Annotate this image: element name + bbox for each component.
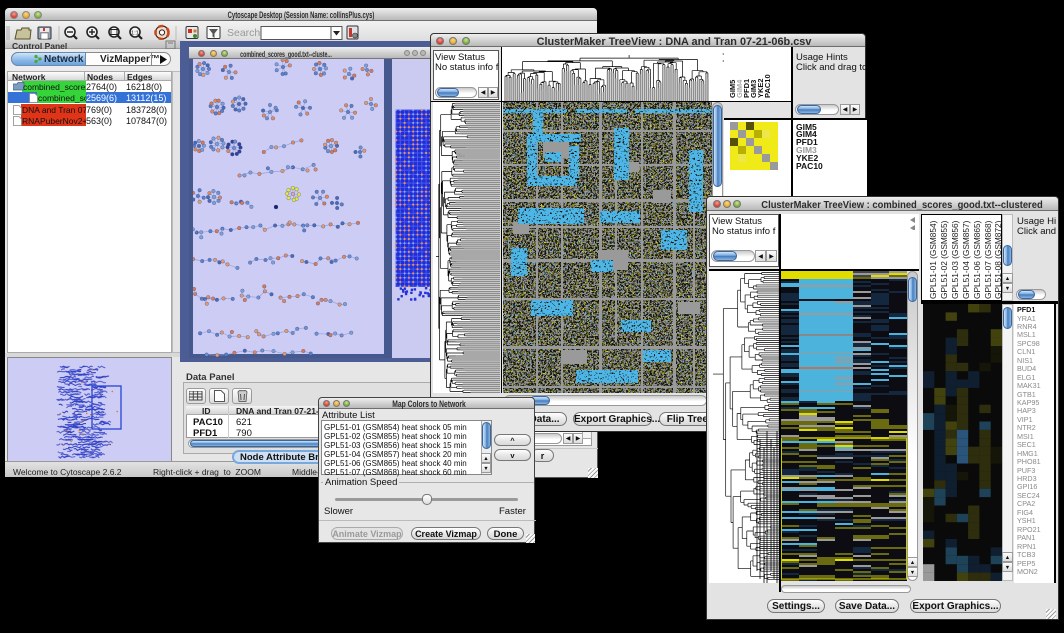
- svg-text:Search:: Search:: [227, 27, 263, 39]
- svg-text:1:1: 1:1: [131, 31, 139, 37]
